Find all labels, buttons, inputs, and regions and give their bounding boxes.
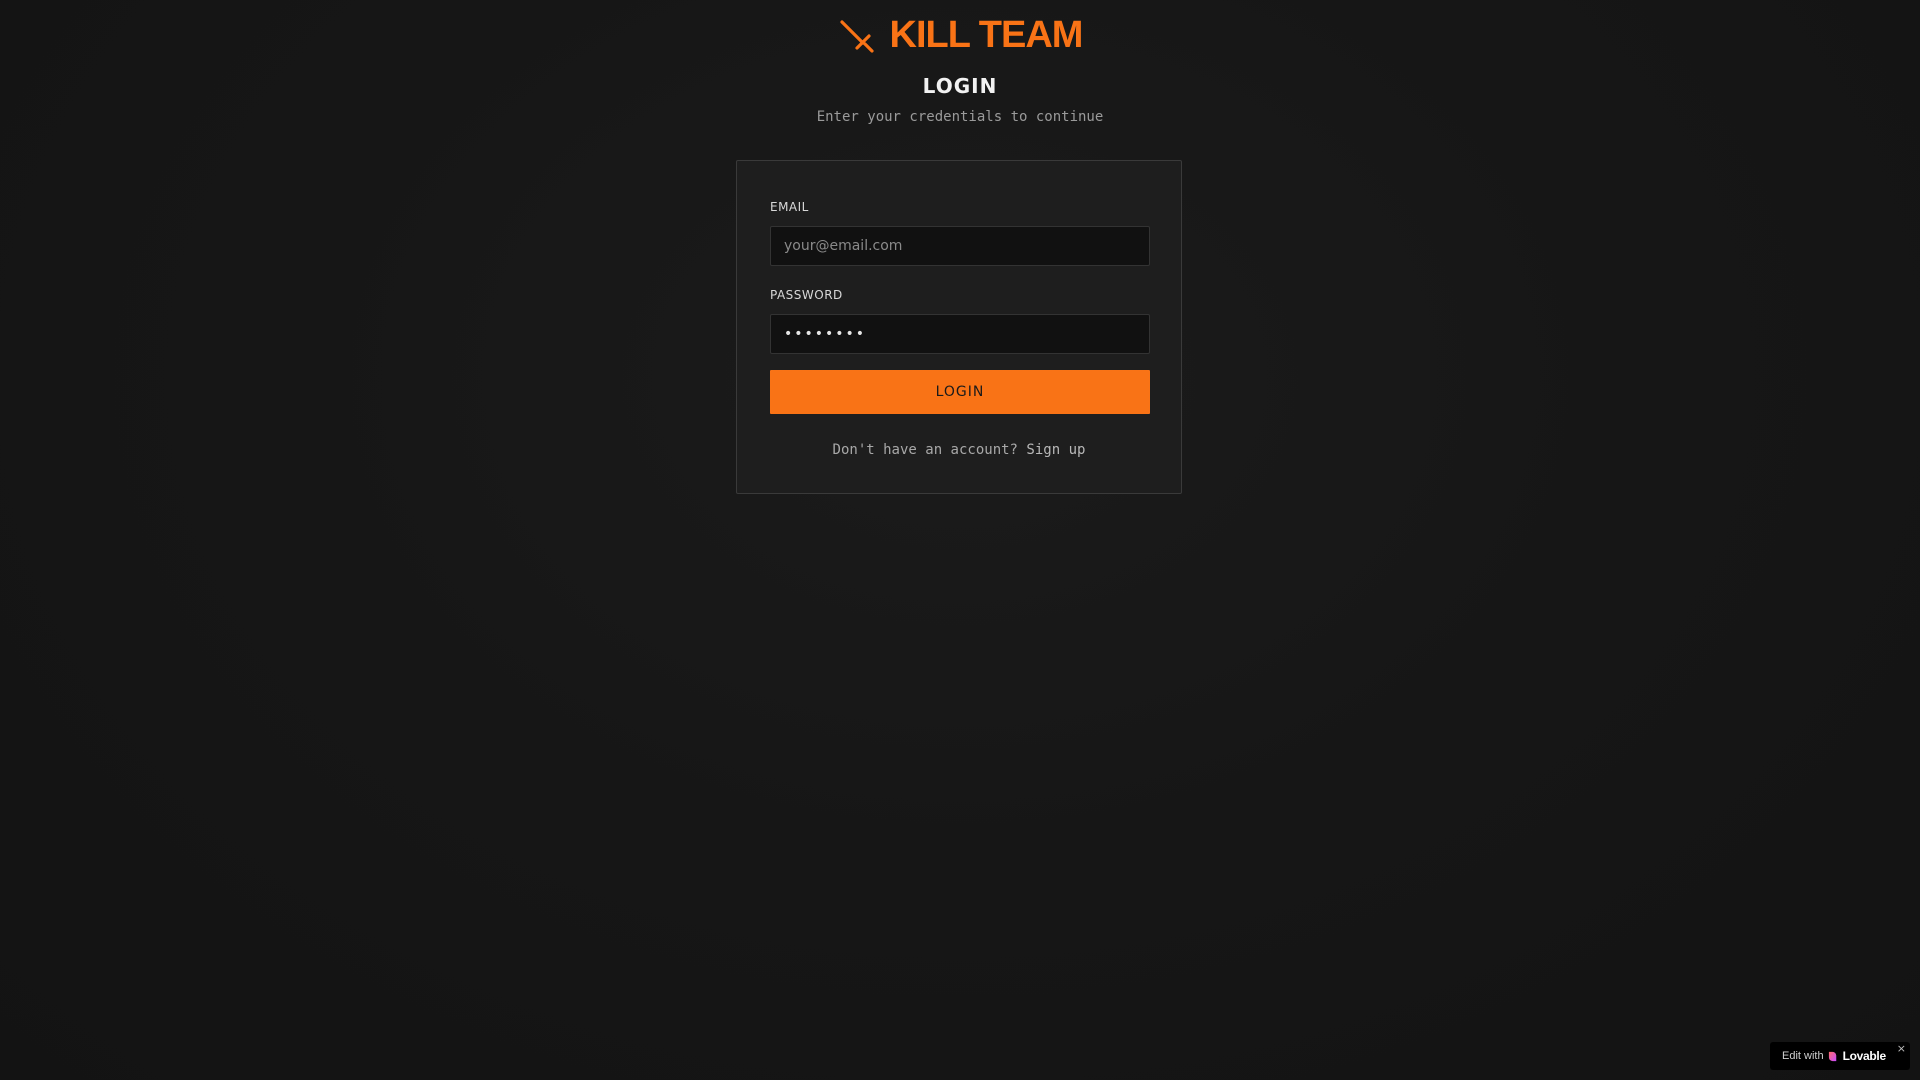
login-page: KILL TEAM LOGIN Enter your credentials t…: [0, 0, 1920, 1080]
email-label: EMAIL: [770, 200, 809, 214]
password-input[interactable]: [770, 314, 1150, 354]
badge-prefix: Edit with: [1782, 1050, 1824, 1062]
page-subtitle: Enter your credentials to continue: [816, 109, 1104, 125]
close-icon[interactable]: ×: [1897, 1043, 1906, 1054]
brand-name: KILL TEAM: [889, 14, 1084, 56]
brand-header: KILL TEAM: [0, 14, 1920, 57]
signup-prompt: Don't have an account? Sign up: [737, 442, 1181, 458]
email-input[interactable]: [770, 226, 1150, 266]
signup-prompt-text: Don't have an account?: [832, 442, 1018, 458]
heart-icon: [1828, 1051, 1836, 1061]
login-button[interactable]: LOGIN: [770, 370, 1150, 414]
edit-with-lovable-badge[interactable]: Edit with Lovable ×: [1770, 1042, 1910, 1070]
sword-icon: [839, 19, 874, 53]
password-label: PASSWORD: [770, 288, 843, 302]
badge-brand: Lovable: [1842, 1049, 1887, 1063]
page-title: LOGIN: [922, 74, 998, 98]
login-card: EMAIL PASSWORD LOGIN Don't have an accou…: [736, 160, 1182, 494]
signup-link[interactable]: Sign up: [1026, 442, 1085, 458]
